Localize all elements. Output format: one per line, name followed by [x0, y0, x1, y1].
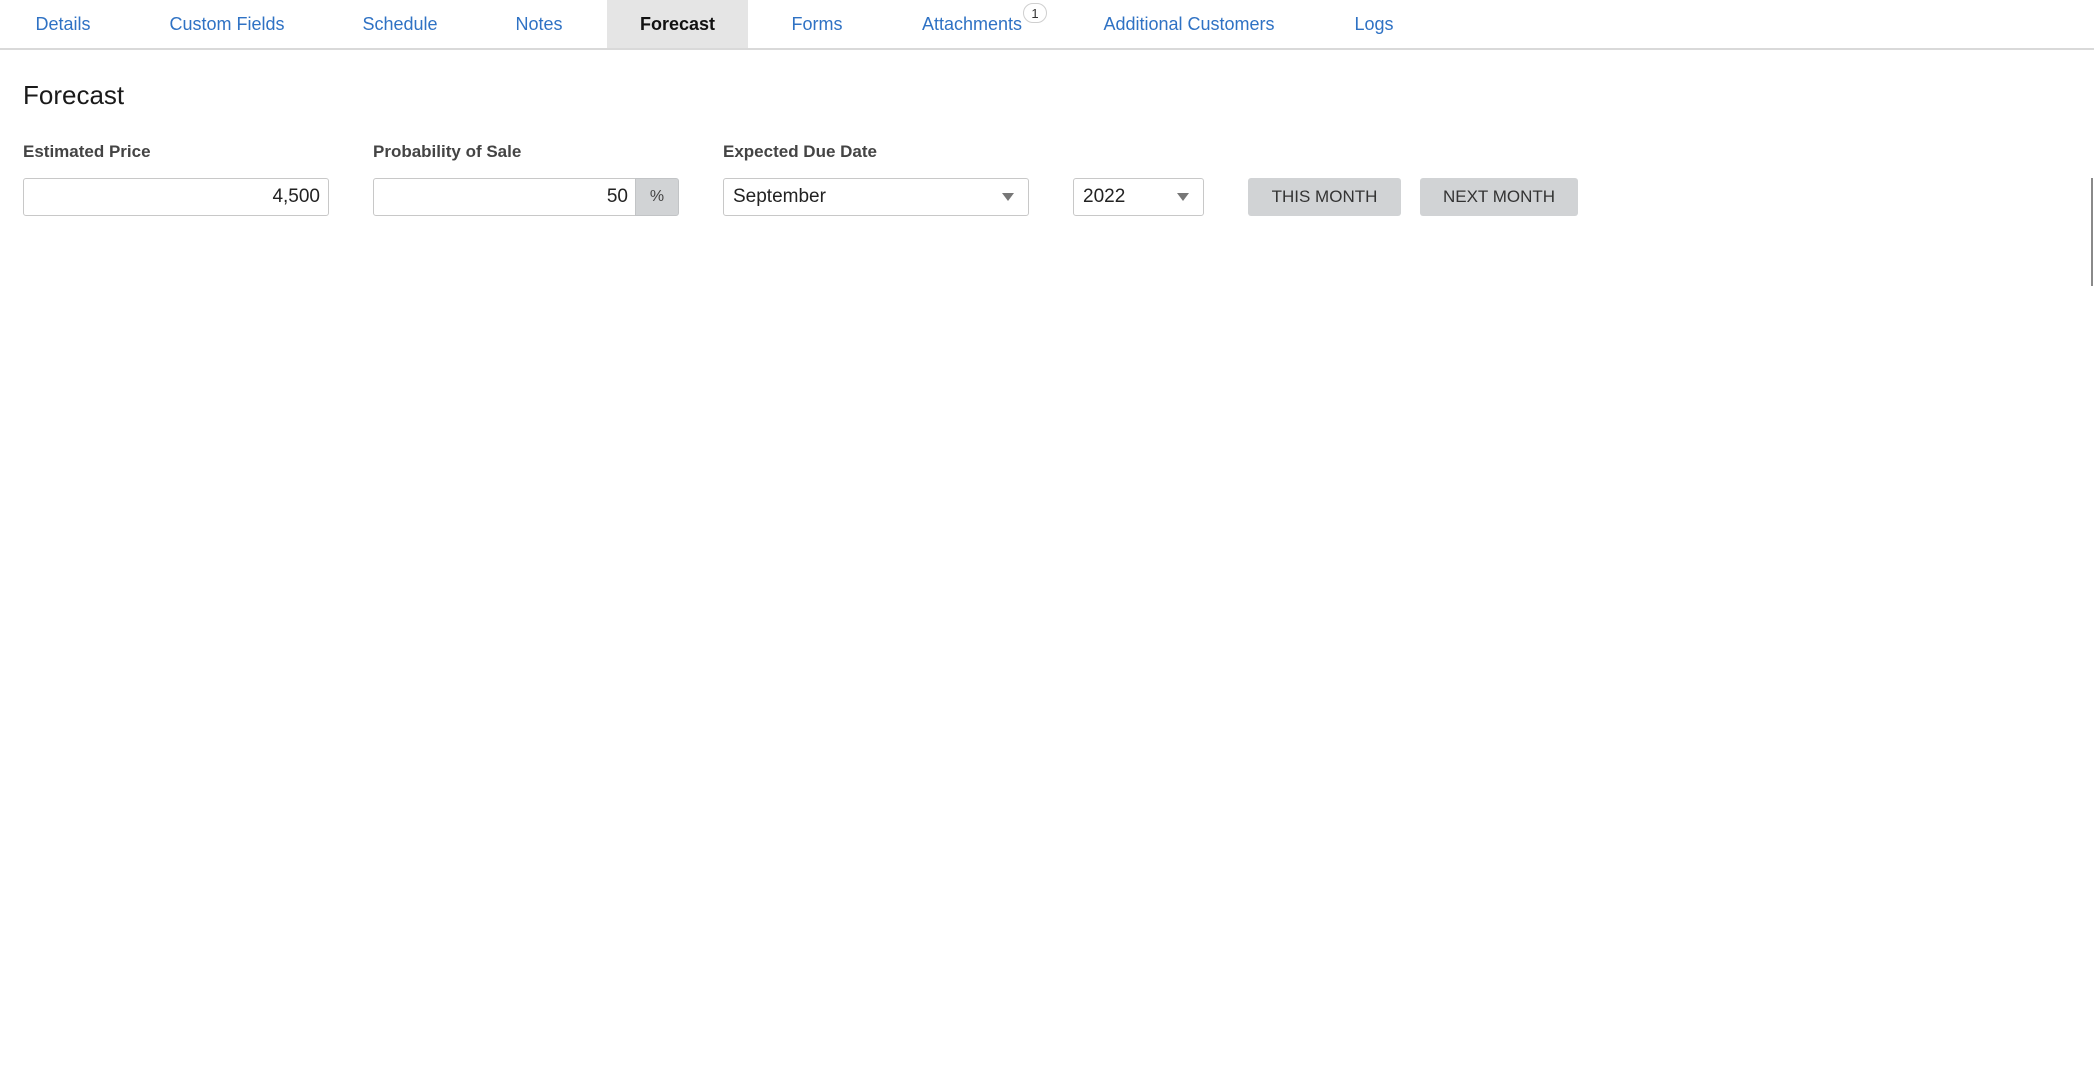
chevron-down-icon: [1177, 193, 1189, 201]
probability-of-sale-input[interactable]: 50: [373, 178, 637, 216]
tab-forms[interactable]: Forms: [785, 0, 849, 48]
probability-of-sale-label: Probability of Sale: [373, 142, 522, 161]
this-month-button[interactable]: THIS MONTH: [1248, 178, 1401, 216]
due-year-value: 2022: [1083, 186, 1126, 207]
due-year-select[interactable]: 2022: [1073, 178, 1204, 216]
due-month-value: September: [733, 186, 826, 207]
estimated-price-label: Estimated Price: [23, 142, 151, 161]
tab-schedule[interactable]: Schedule: [355, 0, 445, 48]
estimated-price-input[interactable]: 4,500: [23, 178, 329, 216]
tab-custom-fields[interactable]: Custom Fields: [160, 0, 294, 48]
panel-edge-divider: [2091, 178, 2093, 286]
tab-details[interactable]: Details: [22, 0, 104, 48]
probability-value: 50: [606, 186, 628, 207]
percent-addon: %: [635, 178, 679, 216]
tab-additional-customers[interactable]: Additional Customers: [1099, 0, 1279, 48]
next-month-button[interactable]: NEXT MONTH: [1420, 178, 1578, 216]
attachments-count-badge: 1: [1023, 3, 1047, 23]
due-month-select[interactable]: September: [723, 178, 1029, 216]
tab-bar: Details Custom Fields Schedule Notes For…: [0, 0, 2094, 50]
chevron-down-icon: [1002, 193, 1014, 201]
page-title: Forecast: [23, 80, 125, 110]
tab-forecast[interactable]: Forecast: [607, 0, 748, 48]
tab-attachments[interactable]: Attachments: [916, 0, 1028, 48]
expected-due-date-label: Expected Due Date: [723, 142, 877, 161]
tab-logs[interactable]: Logs: [1348, 0, 1400, 48]
estimated-price-value: 4,500: [272, 186, 320, 207]
tab-notes[interactable]: Notes: [508, 0, 570, 48]
